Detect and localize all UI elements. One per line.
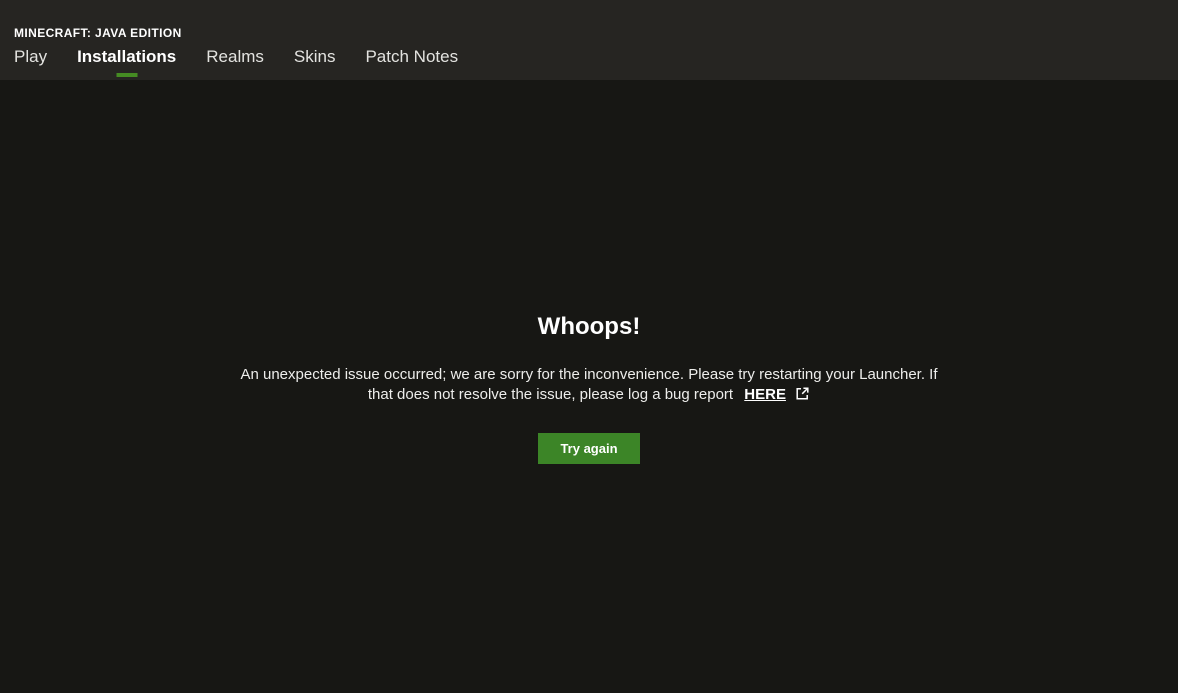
active-tab-underline — [116, 73, 138, 77]
bug-report-link[interactable]: HERE — [744, 386, 786, 403]
tab-skins-label: Skins — [293, 47, 336, 66]
error-panel: Whoops! An unexpected issue occurred; we… — [227, 310, 951, 464]
error-message: An unexpected issue occurred; we are sor… — [227, 365, 951, 407]
external-link-icon[interactable] — [795, 386, 810, 407]
error-message-text: An unexpected issue occurred; we are sor… — [240, 365, 938, 403]
tab-patch-notes-label: Patch Notes — [365, 47, 459, 66]
tab-realms[interactable]: Realms — [206, 46, 264, 68]
error-title: Whoops! — [537, 312, 641, 340]
tab-skins[interactable]: Skins — [294, 46, 336, 68]
launcher-header: MINECRAFT: JAVA EDITION Play Installatio… — [0, 0, 1178, 80]
tab-play-label: Play — [14, 47, 48, 66]
app-title: MINECRAFT: JAVA EDITION — [14, 26, 182, 40]
main-content: Whoops! An unexpected issue occurred; we… — [0, 80, 1178, 693]
tab-play[interactable]: Play — [14, 46, 47, 68]
nav-tabs: Play Installations Realms Skins Patch No… — [14, 46, 458, 77]
try-again-button[interactable]: Try again — [538, 432, 640, 464]
tab-patch-notes[interactable]: Patch Notes — [365, 46, 458, 68]
tab-installations-label: Installations — [77, 47, 177, 66]
tab-realms-label: Realms — [206, 47, 264, 66]
tab-installations[interactable]: Installations — [77, 46, 177, 77]
